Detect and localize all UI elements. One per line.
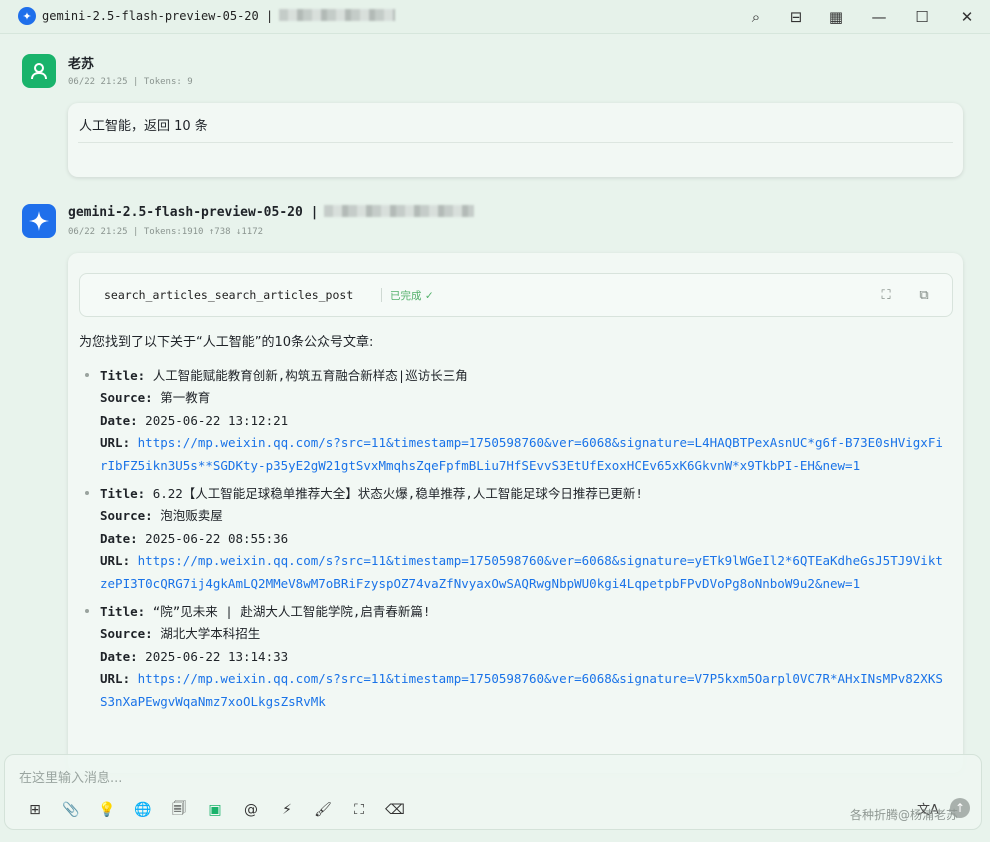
source-label: Source: (100, 390, 153, 406)
article-title: “院”见未来 | 赴湖大人工智能学院,启青春新篇! (152, 604, 431, 620)
divider (381, 288, 382, 302)
tool-call-status: 已完成 ✓ (390, 290, 434, 302)
article-date: 2025-06-22 13:12:21 (145, 412, 289, 428)
window-title: gemini-2.5-flash-preview-05-20 | (42, 9, 396, 23)
article-url-link[interactable]: https://mp.weixin.qq.com/s?src=11&timest… (100, 435, 943, 472)
article-list: Title: 人工智能赋能教育创新,构筑五育融合新样态|巡访长三角 Source… (79, 365, 949, 719)
bot-name-text: gemini-2.5-flash-preview-05-20 | (68, 205, 319, 220)
bot-message-bubble: search_articles_search_articles_post 已完成… (68, 253, 963, 773)
article-url-link[interactable]: https://mp.weixin.qq.com/s?src=11&timest… (100, 671, 943, 708)
title-label: Title: (100, 368, 146, 383)
article-source: 泡泡贩卖屋 (160, 508, 223, 524)
app-logo-icon: ✦ (18, 7, 36, 25)
intro-text: 为您找到了以下关于“人工智能”的10条公众号文章: (79, 335, 374, 350)
new-topic-icon[interactable]: ⊞ (17, 799, 53, 821)
article-source: 第一教育 (160, 390, 211, 406)
knowledge-base-icon[interactable]: 🗐 (161, 799, 197, 821)
message-input-box[interactable]: 在这里输入消息... ⊞ 📎 💡 🌐 🗐 ▣ @ ⚡ 🖌 ⛶ ⌫ 文A ↑ (4, 754, 982, 830)
maximize-button[interactable]: ☐ (909, 4, 935, 30)
bot-name: gemini-2.5-flash-preview-05-20 | (68, 205, 475, 220)
title-bar: ✦ gemini-2.5-flash-preview-05-20 | ⌕ ⊟ ▦… (0, 0, 990, 34)
source-label: Source: (100, 626, 153, 642)
title-label: Title: (100, 604, 146, 620)
user-message-bubble: 人工智能，返回 10 条 (68, 103, 963, 177)
attachment-icon[interactable]: 📎 (53, 799, 89, 821)
layout-icon[interactable]: ⊟ (783, 4, 809, 30)
copy-icon[interactable]: ⧉ (915, 286, 933, 304)
gemini-avatar-icon (22, 204, 56, 238)
quick-phrase-icon[interactable]: ⚡ (269, 799, 305, 821)
input-toolbar: ⊞ 📎 💡 🌐 🗐 ▣ @ ⚡ 🖌 ⛶ ⌫ (17, 799, 413, 821)
mention-icon[interactable]: @ (233, 799, 269, 821)
expand-icon[interactable]: ⛶ (877, 286, 895, 304)
tool-call-card[interactable]: search_articles_search_articles_post 已完成… (79, 273, 953, 317)
url-label: URL: (100, 671, 131, 687)
list-item: Title: 6.22【人工智能足球稳单推荐大全】状态火爆,稳单推荐,人工智能足… (79, 483, 949, 595)
web-search-icon[interactable]: 🌐 (125, 799, 161, 821)
article-url-link[interactable]: https://mp.weixin.qq.com/s?src=11&timest… (100, 553, 943, 590)
user-message-text: 人工智能，返回 10 条 (79, 119, 208, 134)
list-item: Title: “院”见未来 | 赴湖大人工智能学院,启青春新篇! Source:… (79, 601, 949, 713)
watermark: 各种折腾@杨浦老苏 (850, 808, 959, 822)
url-label: URL: (100, 553, 131, 569)
brush-icon[interactable]: 🖌 (305, 799, 341, 821)
mcp-server-icon[interactable]: ▣ (197, 799, 233, 821)
divider (78, 142, 953, 143)
thinking-icon[interactable]: 💡 (89, 799, 125, 821)
date-label: Date: (100, 530, 138, 546)
window-title-text: gemini-2.5-flash-preview-05-20 | (42, 9, 274, 23)
message-input[interactable]: 在这里输入消息... (19, 767, 122, 786)
list-item: Title: 人工智能赋能教育创新,构筑五育融合新样态|巡访长三角 Source… (79, 365, 949, 477)
search-icon[interactable]: ⌕ (743, 4, 769, 30)
url-label: URL: (100, 435, 131, 451)
redacted-blur (279, 9, 396, 21)
bot-meta: 06/22 21:25 | Tokens:1910 ↑738 ↓1172 (68, 227, 264, 237)
minimize-button[interactable]: — (866, 4, 892, 30)
grid-icon[interactable]: ▦ (823, 4, 849, 30)
date-label: Date: (100, 412, 138, 428)
source-label: Source: (100, 508, 153, 524)
article-title: 6.22【人工智能足球稳单推荐大全】状态火爆,稳单推荐,人工智能足球今日推荐已更… (152, 486, 643, 502)
fullscreen-icon[interactable]: ⛶ (341, 799, 377, 821)
date-label: Date: (100, 648, 138, 664)
article-title: 人工智能赋能教育创新,构筑五育融合新样态|巡访长三角 (152, 368, 468, 383)
article-date: 2025-06-22 08:55:36 (145, 530, 289, 546)
close-button[interactable]: ✕ (954, 4, 980, 30)
tool-call-name: search_articles_search_articles_post (104, 288, 354, 302)
user-avatar-icon (22, 54, 56, 88)
title-label: Title: (100, 486, 146, 502)
article-source: 湖北大学本科招生 (160, 626, 261, 642)
user-meta: 06/22 21:25 | Tokens: 9 (68, 77, 193, 87)
redacted-blur (324, 205, 475, 217)
clear-icon[interactable]: ⌫ (377, 799, 413, 821)
user-name: 老苏 (68, 57, 95, 72)
article-date: 2025-06-22 13:14:33 (145, 648, 289, 664)
